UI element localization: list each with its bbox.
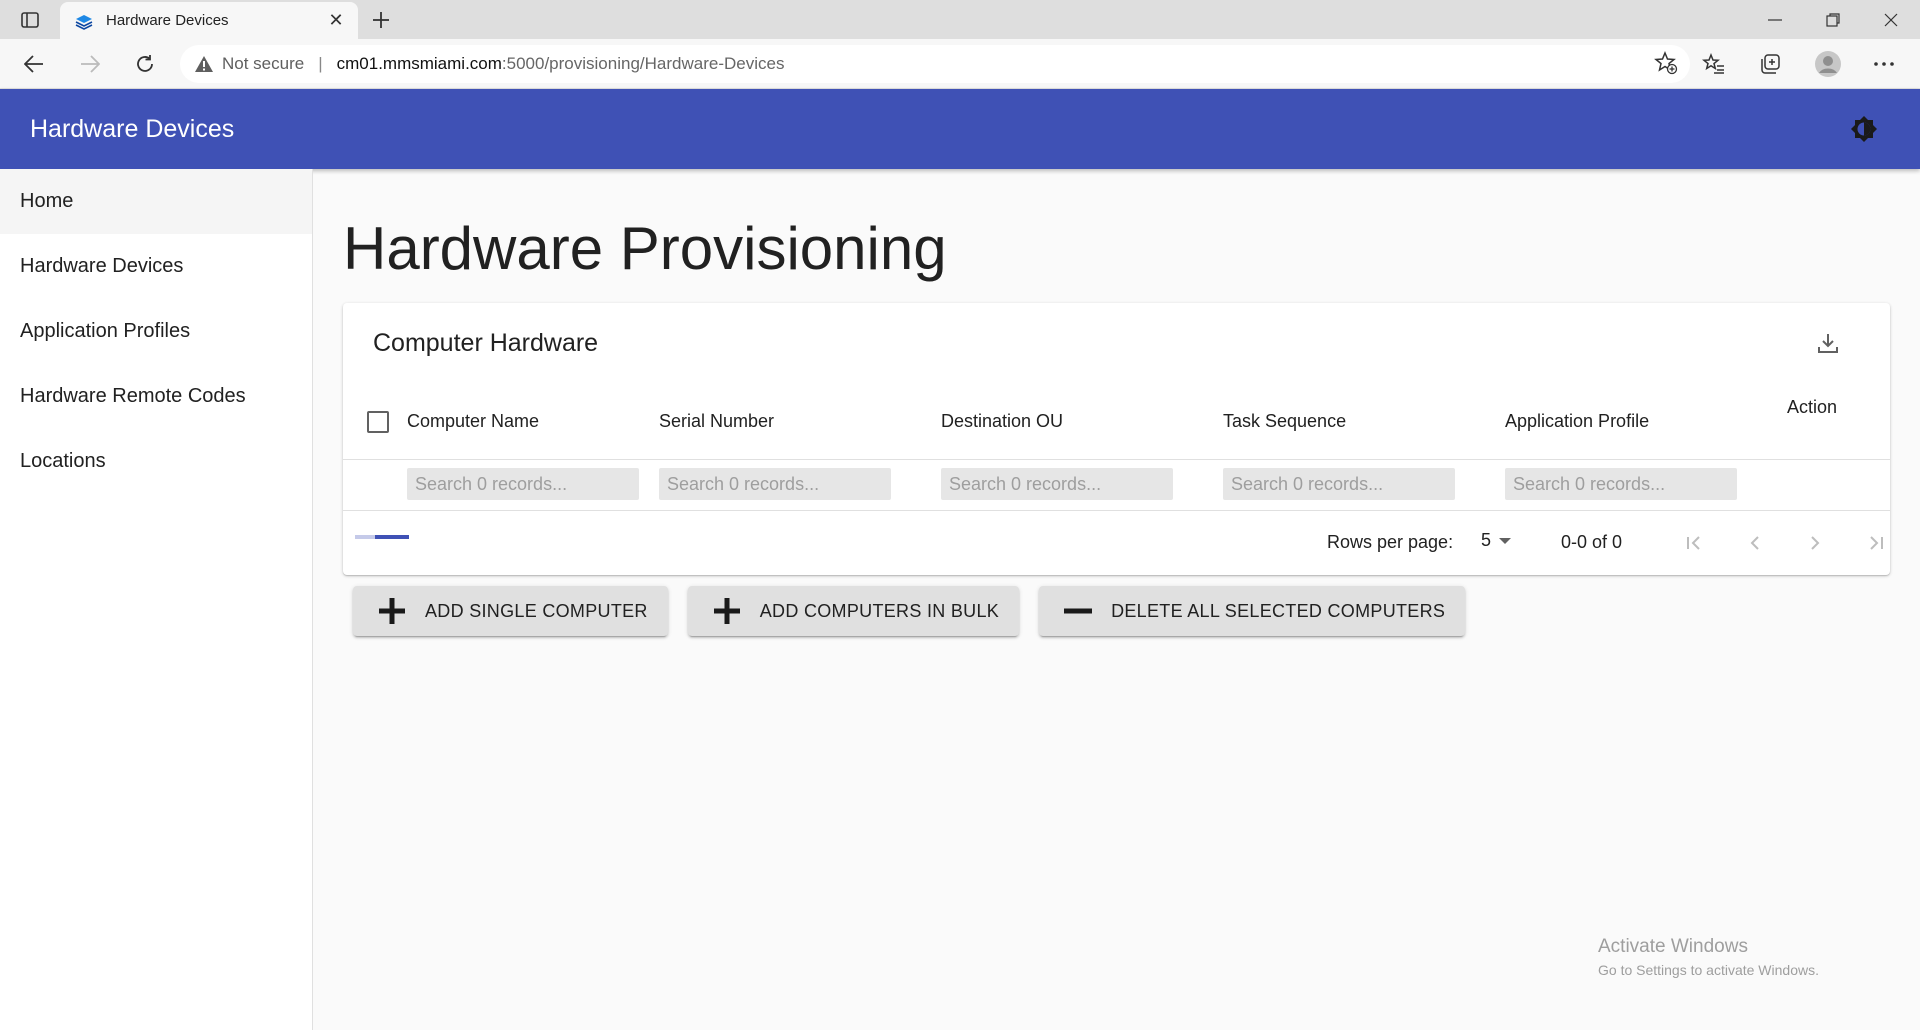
previous-page-icon[interactable] (1737, 525, 1773, 561)
search-computer-name-input[interactable] (407, 468, 639, 500)
address-separator: | (318, 54, 323, 73)
dropdown-arrow-icon (1499, 537, 1512, 544)
rows-per-page-label: Rows per page: (1327, 532, 1454, 552)
back-icon[interactable] (16, 46, 52, 82)
computer-hardware-table: Computer Hardware Computer Name Serial N… (343, 303, 1890, 575)
column-header-computer-name[interactable]: Computer Name (407, 411, 539, 432)
header-divider (343, 459, 1890, 460)
app-bar: Hardware Devices (0, 89, 1920, 169)
browser-toolbar: Not secure | cm01.mmsmiami.com:5000/prov… (0, 39, 1920, 89)
watermark-title: Activate Windows (1598, 936, 1748, 957)
favorites-icon[interactable] (1696, 46, 1732, 82)
close-window-icon[interactable] (1862, 0, 1920, 39)
add-computers-in-bulk-label: ADD COMPUTERS IN BULK (759, 600, 1000, 621)
theme-toggle-icon[interactable] (1848, 113, 1880, 145)
page-title: Hardware Provisioning (343, 215, 947, 282)
plus-icon (712, 596, 742, 626)
sidebar-item-hardware-remote-codes[interactable]: Hardware Remote Codes (0, 364, 312, 429)
add-computers-in-bulk-button[interactable]: ADD COMPUTERS IN BULK (687, 586, 1020, 636)
address-bar[interactable]: Not secure | cm01.mmsmiami.com:5000/prov… (180, 45, 1690, 83)
app-favicon-icon (74, 11, 94, 31)
progress-indicator (375, 535, 409, 539)
sidebar-item-hardware-devices[interactable]: Hardware Devices (0, 234, 312, 299)
select-all-checkbox[interactable] (367, 411, 389, 433)
restore-icon[interactable] (1804, 0, 1862, 39)
watermark-subtitle: Go to Settings to activate Windows. (1598, 962, 1819, 978)
delete-selected-computers-button[interactable]: DELETE ALL SELECTED COMPUTERS (1039, 586, 1466, 636)
sidebar-item-locations[interactable]: Locations (0, 429, 312, 494)
forward-icon[interactable] (72, 46, 108, 82)
tab-close-icon[interactable]: ✕ (324, 9, 348, 33)
app-bar-title: Hardware Devices (30, 114, 235, 143)
search-application-profile-input[interactable] (1505, 468, 1737, 500)
warning-icon[interactable] (194, 55, 214, 73)
rows-per-page-select[interactable]: 5 (1481, 530, 1512, 551)
new-tab-icon[interactable] (366, 6, 396, 34)
activate-windows-watermark: Activate Windows Go to Settings to activ… (1598, 936, 1819, 978)
security-label[interactable]: Not secure (222, 54, 304, 74)
column-header-task-sequence[interactable]: Task Sequence (1223, 411, 1346, 432)
browser-tabstrip: Hardware Devices ✕ (0, 0, 1920, 39)
minimize-icon[interactable] (1746, 0, 1804, 39)
browser-tab[interactable]: Hardware Devices ✕ (60, 2, 358, 39)
tab-actions-icon[interactable] (12, 6, 48, 34)
search-task-sequence-input[interactable] (1223, 468, 1455, 500)
next-page-icon[interactable] (1797, 525, 1833, 561)
sidebar-item-home[interactable]: Home (0, 169, 312, 234)
action-buttons: ADD SINGLE COMPUTER ADD COMPUTERS IN BUL… (353, 586, 1466, 636)
loading-progress-bar (355, 535, 409, 539)
plus-icon (377, 596, 407, 626)
collections-icon[interactable] (1752, 46, 1788, 82)
filter-divider (343, 510, 1890, 511)
pagination-range: 0-0 of 0 (1561, 532, 1623, 552)
add-single-computer-button[interactable]: ADD SINGLE COMPUTER (353, 586, 668, 636)
sidebar: Home Hardware Devices Application Profil… (0, 169, 313, 1030)
rows-per-page-value: 5 (1481, 530, 1492, 550)
search-destination-ou-input[interactable] (941, 468, 1173, 500)
column-header-application-profile[interactable]: Application Profile (1505, 411, 1649, 432)
add-favorite-icon[interactable] (1654, 51, 1678, 80)
tab-title: Hardware Devices (106, 12, 229, 29)
delete-selected-computers-label: DELETE ALL SELECTED COMPUTERS (1111, 600, 1446, 621)
table-title: Computer Hardware (373, 329, 599, 357)
search-serial-number-input[interactable] (659, 468, 891, 500)
column-header-serial-number[interactable]: Serial Number (659, 411, 774, 432)
url-path: :5000/provisioning/Hardware-Devices (501, 54, 785, 73)
profile-avatar-icon[interactable] (1810, 46, 1846, 82)
last-page-icon[interactable] (1857, 525, 1893, 561)
url-host: cm01.mmsmiami.com (336, 54, 502, 73)
column-header-action: Action (1787, 397, 1838, 417)
add-single-computer-label: ADD SINGLE COMPUTER (425, 600, 648, 621)
minus-icon (1063, 596, 1093, 626)
sidebar-item-application-profiles[interactable]: Application Profiles (0, 299, 312, 364)
export-download-icon[interactable] (1810, 325, 1846, 361)
column-header-destination-ou[interactable]: Destination OU (941, 411, 1063, 432)
refresh-icon[interactable] (127, 46, 163, 82)
first-page-icon[interactable] (1677, 525, 1713, 561)
more-icon[interactable] (1866, 46, 1902, 82)
